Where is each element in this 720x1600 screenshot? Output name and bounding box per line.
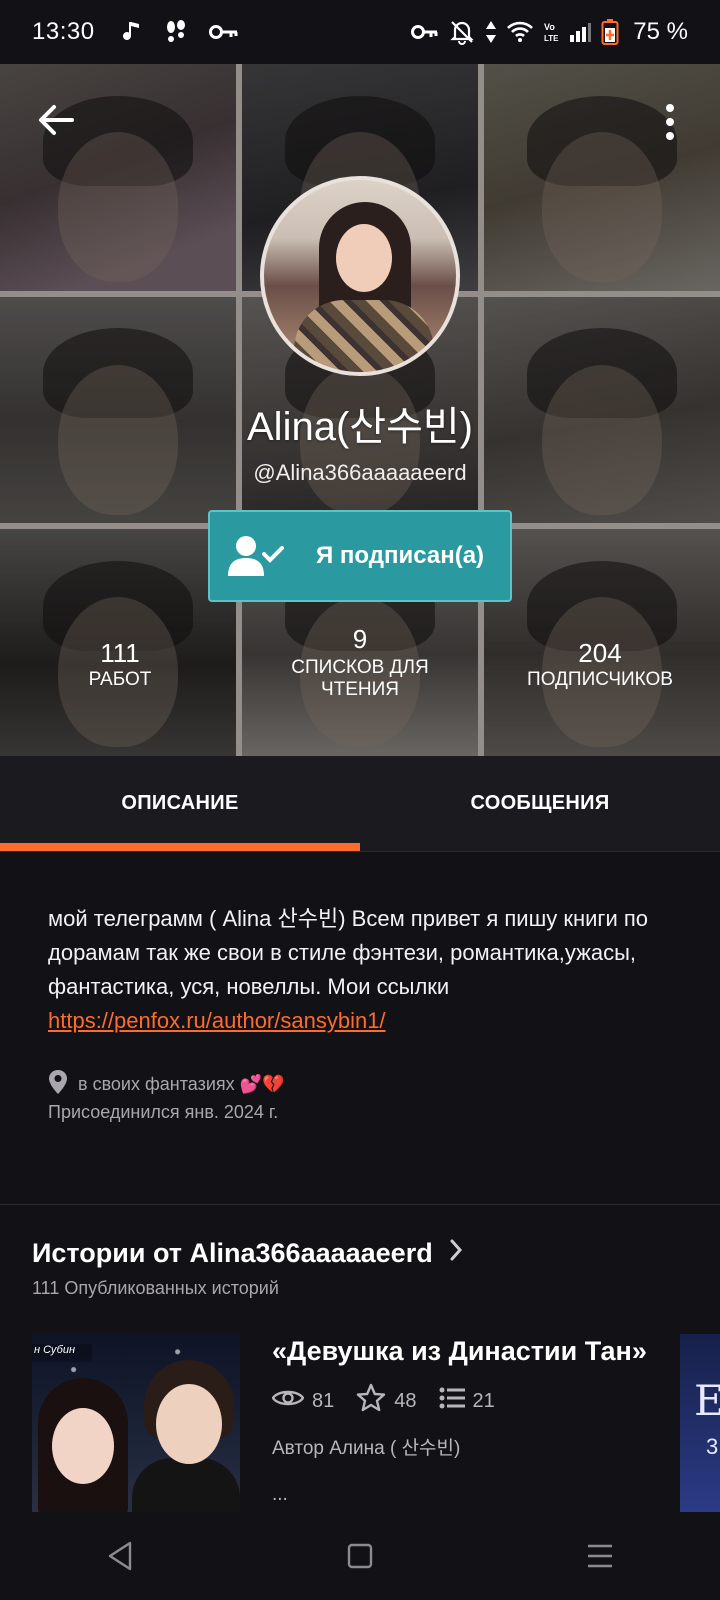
- signal-icon: [569, 21, 592, 43]
- story-cover[interactable]: н Субин: [32, 1334, 240, 1512]
- stat-value: 111: [100, 638, 140, 668]
- section-divider: [0, 1204, 720, 1205]
- stat-value: 204: [578, 638, 622, 668]
- wifi-icon: [507, 21, 534, 43]
- stat-reading-lists[interactable]: 9 СПИСКОВ ДЛЯ ЧТЕНИЯ: [240, 624, 480, 701]
- story-info[interactable]: «Девушка из Династии Тан» 81 48 21 Автор…: [271, 1336, 652, 1506]
- home-square-icon[interactable]: [330, 1536, 390, 1576]
- story-author: Автор Алина ( 산수빈): [272, 1438, 461, 1459]
- status-bar: 13:30 Vo LTE 75 %: [0, 0, 720, 64]
- story-parts: 21: [472, 1389, 495, 1412]
- location-pin-icon: [48, 1069, 68, 1100]
- battery-icon: [601, 18, 619, 46]
- eye-icon: [271, 1387, 305, 1415]
- tab-messages[interactable]: СООБЩЕНИЯ: [360, 756, 720, 851]
- battery-percent: 75 %: [633, 18, 688, 45]
- profile-header: Alina(산수빈) @Alina366aaaaaeerd Я подписан…: [0, 64, 720, 756]
- stat-label: СПИСКОВ ДЛЯ ЧТЕНИЯ: [291, 657, 429, 700]
- following-button[interactable]: Я подписан(а): [208, 510, 512, 602]
- about-text: мой телеграмм ( Alina 산수빈) Всем привет я…: [48, 902, 648, 1038]
- tab-about[interactable]: ОПИСАНИЕ: [0, 756, 360, 851]
- about-body: мой телеграмм ( Alina 산수빈) Всем привет я…: [48, 906, 648, 999]
- stat-followers[interactable]: 204 ПОДПИСЧИКОВ: [480, 624, 720, 701]
- profile-tabs: ОПИСАНИЕ СООБЩЕНИЯ: [0, 756, 720, 852]
- next-cover-letter: E: [694, 1376, 720, 1425]
- stories-header[interactable]: Истории от Alina366aaaaaeerd: [32, 1238, 463, 1269]
- following-button-label: Я подписан(а): [315, 542, 485, 569]
- story-votes: 48: [394, 1389, 417, 1412]
- volte-icon: Vo LTE: [543, 20, 559, 44]
- stat-value: 9: [352, 624, 368, 654]
- stat-label: ПОДПИСЧИКОВ: [527, 669, 673, 690]
- stat-label: РАБОТ: [88, 669, 152, 690]
- arrow-left-icon[interactable]: [34, 98, 78, 142]
- list-icon: [439, 1387, 465, 1415]
- story-description: ...: [272, 1484, 288, 1505]
- story-stats: 81 48 21: [271, 1383, 652, 1419]
- about-link[interactable]: https://penfox.ru/author/sansybin1/: [48, 1008, 386, 1033]
- story-title: «Девушка из Династии Тан»: [272, 1336, 647, 1366]
- star-icon: [356, 1383, 386, 1419]
- story-views: 81: [312, 1389, 335, 1412]
- profile-handle: @Alina366aaaaaeerd: [253, 460, 467, 485]
- music-note-icon: [122, 20, 143, 44]
- cover-banner-text: н Субин: [32, 1344, 92, 1362]
- menu-lines-icon[interactable]: [570, 1536, 630, 1576]
- profile-stats: 111 РАБОТ 9 СПИСКОВ ДЛЯ ЧТЕНИЯ 204 ПОДПИ…: [0, 624, 720, 701]
- chevron-right-icon: [449, 1238, 463, 1269]
- next-story-cover[interactable]: E 3: [680, 1334, 720, 1512]
- profile-meta: в своих фантазиях 💕💔 Присоединился янв. …: [48, 1069, 285, 1126]
- svg-text:LTE: LTE: [544, 34, 559, 43]
- stories-subtitle: 111 Опубликованных историй: [32, 1278, 279, 1298]
- stat-works[interactable]: 111 РАБОТ: [0, 624, 240, 701]
- profile-name: Alina(산수빈): [247, 405, 473, 449]
- more-vertical-icon[interactable]: [660, 100, 680, 144]
- status-left-icons: [122, 19, 239, 45]
- key-icon: [208, 24, 239, 40]
- footprints-icon: [163, 19, 189, 45]
- system-nav-bar: [0, 1512, 720, 1600]
- data-arrows-icon: [485, 20, 497, 44]
- key-icon: [411, 24, 439, 40]
- user-check-icon: [210, 534, 300, 578]
- bell-off-icon: [449, 19, 475, 45]
- status-right-icons: Vo LTE 75 %: [411, 18, 688, 46]
- back-triangle-icon[interactable]: [90, 1536, 150, 1576]
- stories-title: Истории от Alina366aaaaaeerd: [32, 1238, 433, 1268]
- svg-text:Vo: Vo: [544, 22, 555, 32]
- location-text: в своих фантазиях 💕💔: [78, 1073, 285, 1094]
- next-cover-number: 3: [706, 1434, 719, 1459]
- avatar[interactable]: [260, 176, 460, 376]
- status-time: 13:30: [32, 18, 95, 45]
- joined-date: Присоединился янв. 2024 г.: [48, 1102, 279, 1122]
